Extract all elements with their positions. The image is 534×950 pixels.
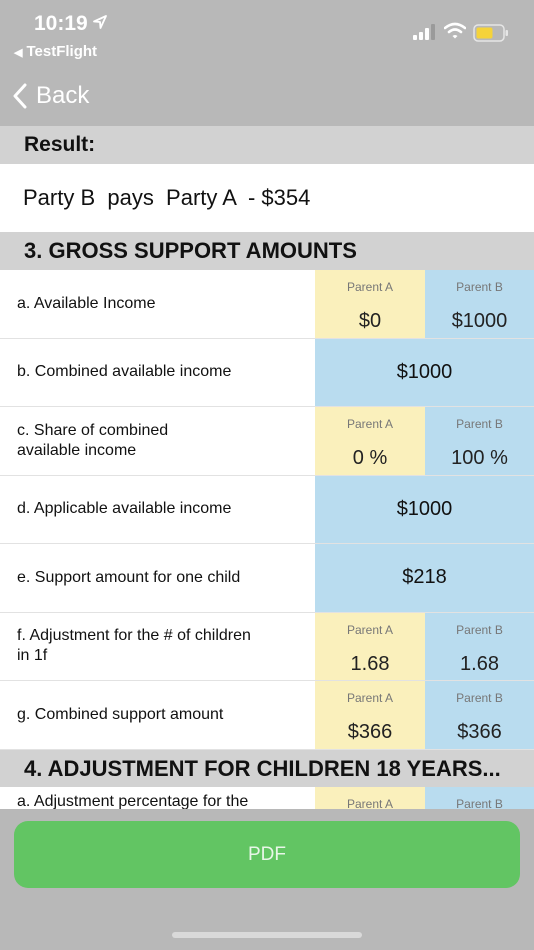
parent-b-cell: Parent B $366 [425,681,534,749]
back-label: Back [36,82,90,109]
chevron-left-icon [13,83,27,109]
footer: PDF [0,809,534,950]
back-to-app-link[interactable]: ◀ TestFlight [14,43,97,60]
parent-b-value: $1000 [451,310,508,332]
status-bar: 10:19 ◀ TestFlight [0,0,534,70]
section-3-header: 3. GROSS SUPPORT AMOUNTS [0,232,534,270]
navigation-bar: Back [0,70,534,126]
pdf-button[interactable]: PDF [14,821,520,888]
parent-b-value: 1.68 [460,652,499,675]
home-indicator[interactable] [172,932,362,938]
parent-a-caption: Parent A [346,691,394,705]
parent-b-cell: Parent B [425,787,534,809]
row-adjustment-percentage: a. Adjustment percentage for the Parent … [0,787,534,809]
parent-a-value: $0 [358,310,382,332]
cellular-signal-icon [413,24,435,40]
status-time: 10:19 [34,12,88,35]
parent-b-caption: Parent B [456,622,503,637]
combined-value: $218 [315,544,534,612]
row-label: a. Available Income [17,294,156,312]
parent-a-cell: Parent A 1.68 [315,612,425,680]
row-applicable-available-income: d. Applicable available income $1000 [0,475,534,544]
back-button[interactable]: Back [12,82,89,110]
back-triangle-icon: ◀ [14,47,23,59]
row-label: g. Combined support amount [17,705,224,723]
combined-value: $1000 [315,338,534,406]
row-label: d. Applicable available income [17,500,232,518]
parent-a-caption: Parent A [346,622,394,637]
section-4-header: 4. ADJUSTMENT FOR CHILDREN 18 YEARS... [0,750,534,788]
row-label: e. Support amount for one child [17,568,241,586]
parent-a-cell: Parent A $366 [315,681,425,749]
row-adjustment-number-of-children: f. Adjustment for the # of children in 1… [0,612,534,681]
parent-b-caption: Parent B [456,280,503,294]
row-support-amount-one-child: e. Support amount for one child $218 [0,544,534,613]
row-share-of-combined-income: c. Share of combined available income Pa… [0,407,534,476]
parent-b-caption: Parent B [456,691,503,705]
parent-b-cell: Parent B 100 % [425,407,534,475]
parent-a-value: 1.68 [350,652,390,675]
row-combined-available-income: b. Combined available income $1000 [0,338,534,407]
result-text: Party B pays Party A - $354 [0,164,534,232]
location-arrow-icon [93,15,107,29]
result-header: Result: [0,126,534,164]
row-available-income: a. Available Income Parent A $0 Parent B… [0,270,534,339]
parent-b-value: $366 [457,721,502,743]
parent-b-caption: Parent B [456,417,503,431]
battery-icon [473,24,508,42]
parent-b-cell: Parent B $1000 [425,270,534,338]
row-label: c. Share of combined available income [17,421,169,459]
parent-a-cell: Parent A 0 % [315,407,425,475]
parent-a-value: $366 [347,721,393,743]
parent-b-value: 100 % [451,447,508,469]
gross-support-table: a. Available Income Parent A $0 Parent B… [0,270,534,750]
back-app-label: TestFlight [26,43,98,60]
parent-a-cell: Parent A [315,787,425,809]
wifi-icon [444,22,466,39]
parent-a-caption: Parent A [346,280,394,294]
parent-a-cell: Parent A $0 [315,270,425,338]
row-label: f. Adjustment for the # of children in 1… [17,627,251,665]
parent-b-caption: Parent B [456,797,503,809]
row-combined-support-amount: g. Combined support amount Parent A $366… [0,681,534,750]
parent-a-value: 0 % [352,447,388,469]
parent-a-caption: Parent A [346,417,394,431]
row-label: b. Combined available income [17,363,232,381]
row-label: a. Adjustment percentage for the [17,793,249,809]
parent-b-cell: Parent B 1.68 [425,612,534,680]
combined-value: $1000 [315,475,534,543]
parent-a-caption: Parent A [346,797,394,809]
